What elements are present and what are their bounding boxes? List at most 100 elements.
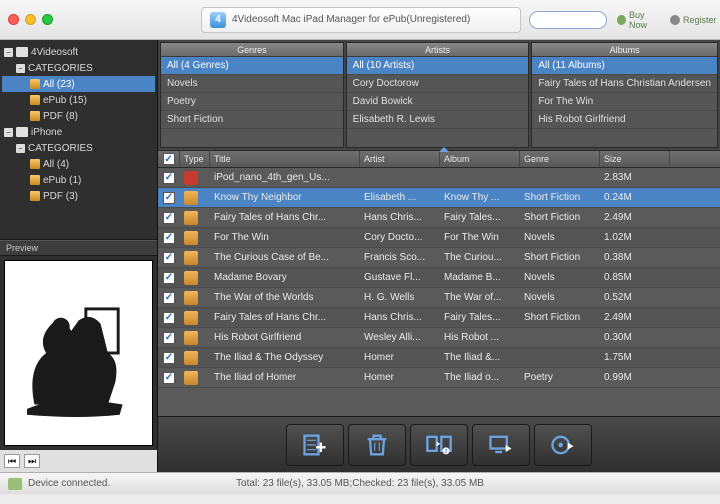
table-body[interactable]: ✓iPod_nano_4th_gen_Us...2.83M✓Know Thy N… [158, 168, 720, 416]
tree-categories[interactable]: −CATEGORIES [2, 140, 155, 156]
device-icon [16, 47, 28, 57]
tree-categories[interactable]: −CATEGORIES [2, 60, 155, 76]
cell-artist: Francis Sco... [360, 248, 440, 267]
tree-category-item[interactable]: PDF (3) [2, 188, 155, 204]
cell-title: iPod_nano_4th_gen_Us... [210, 168, 360, 187]
prev-button[interactable]: ⏮ [4, 454, 20, 468]
tree-category-item[interactable]: ePub (15) [2, 92, 155, 108]
tree-device[interactable]: −iPhone [2, 124, 155, 140]
epub-icon [184, 351, 198, 365]
transfer-button[interactable]: 2 [410, 424, 468, 466]
row-checkbox[interactable]: ✓ [163, 272, 175, 284]
table-row[interactable]: ✓iPod_nano_4th_gen_Us...2.83M [158, 168, 720, 188]
table-row[interactable]: ✓Fairy Tales of Hans Chr...Hans Chris...… [158, 208, 720, 228]
table-header: ✓ Type Title Artist Album Genre Size [158, 150, 720, 168]
artists-list[interactable]: All (10 Artists)Cory DoctorowDavid Bowic… [347, 57, 529, 147]
filter-item[interactable]: David Bowick [347, 93, 529, 111]
tree-device[interactable]: −4Videosoft [2, 44, 155, 60]
category-label: All (4) [43, 159, 69, 170]
collapse-icon[interactable]: − [16, 144, 25, 153]
filter-panels: Genres All (4 Genres)NovelsPoetryShort F… [158, 40, 720, 150]
collapse-icon[interactable]: − [16, 64, 25, 73]
col-album[interactable]: Album [440, 151, 520, 167]
register-link[interactable]: Register [670, 15, 717, 25]
table-row[interactable]: ✓Fairy Tales of Hans Chr...Hans Chris...… [158, 308, 720, 328]
cell-genre: Short Fiction [520, 208, 600, 227]
row-checkbox[interactable]: ✓ [163, 192, 175, 204]
col-type[interactable]: Type [180, 151, 210, 167]
filter-item[interactable]: Poetry [161, 93, 343, 111]
tree-category-item[interactable]: All (4) [2, 156, 155, 172]
table-row[interactable]: ✓The War of the WorldsH. G. WellsThe War… [158, 288, 720, 308]
filter-item[interactable]: Novels [161, 75, 343, 93]
filter-item[interactable]: Short Fiction [161, 111, 343, 129]
categories-label: CATEGORIES [28, 143, 93, 154]
genres-panel: Genres All (4 Genres)NovelsPoetryShort F… [160, 42, 344, 148]
cell-genre: Novels [520, 228, 600, 247]
col-size[interactable]: Size [600, 151, 670, 167]
col-title[interactable]: Title [210, 151, 360, 167]
cell-album: Fairy Tales... [440, 308, 520, 327]
genres-list[interactable]: All (4 Genres)NovelsPoetryShort Fiction [161, 57, 343, 147]
tree-category-item[interactable]: All (23) [2, 76, 155, 92]
row-checkbox[interactable]: ✓ [163, 172, 175, 184]
book-icon [30, 95, 40, 105]
table-row[interactable]: ✓For The WinCory Docto...For The WinNove… [158, 228, 720, 248]
cell-album: Know Thy ... [440, 188, 520, 207]
tree-category-item[interactable]: PDF (8) [2, 108, 155, 124]
sync-itunes-button[interactable] [534, 424, 592, 466]
col-artist[interactable]: Artist [360, 151, 440, 167]
col-genre[interactable]: Genre [520, 151, 600, 167]
close-icon[interactable] [8, 14, 19, 25]
filter-item[interactable]: For The Win [532, 93, 717, 111]
app-logo-icon: 4 [210, 12, 226, 28]
delete-button[interactable] [348, 424, 406, 466]
search-input[interactable] [529, 11, 607, 29]
next-button[interactable]: ⏭ [24, 454, 40, 468]
category-label: PDF (3) [43, 191, 78, 202]
minimize-icon[interactable] [25, 14, 36, 25]
bottom-toolbar: 2 [158, 416, 720, 472]
export-to-pc-button[interactable] [472, 424, 530, 466]
table-row[interactable]: ✓Know Thy NeighborElisabeth ...Know Thy … [158, 188, 720, 208]
epub-icon [184, 311, 198, 325]
table-row[interactable]: ✓The Iliad & The OdysseyHomerThe Iliad &… [158, 348, 720, 368]
cell-album: His Robot ... [440, 328, 520, 347]
filter-item[interactable]: Cory Doctorow [347, 75, 529, 93]
table-row[interactable]: ✓His Robot GirlfriendWesley Alli...His R… [158, 328, 720, 348]
status-bar: Device connected. Total: 23 file(s), 33.… [0, 472, 720, 494]
table-row[interactable]: ✓The Curious Case of Be...Francis Sco...… [158, 248, 720, 268]
device-tree[interactable]: −4Videosoft−CATEGORIESAll (23)ePub (15)P… [0, 40, 157, 240]
filter-item[interactable]: Fairy Tales of Hans Christian Andersen [532, 75, 717, 93]
filter-item[interactable]: Elisabeth R. Lewis [347, 111, 529, 129]
filter-all[interactable]: All (11 Albums) [532, 57, 717, 75]
cell-album: The War of... [440, 288, 520, 307]
table-row[interactable]: ✓Madame BovaryGustave Fl...Madame B...No… [158, 268, 720, 288]
row-checkbox[interactable]: ✓ [163, 372, 175, 384]
row-checkbox[interactable]: ✓ [163, 292, 175, 304]
cell-title: Fairy Tales of Hans Chr... [210, 208, 360, 227]
collapse-icon[interactable]: − [4, 128, 13, 137]
filter-all[interactable]: All (10 Artists) [347, 57, 529, 75]
row-checkbox[interactable]: ✓ [163, 332, 175, 344]
col-check[interactable]: ✓ [158, 151, 180, 167]
cell-artist: Homer [360, 368, 440, 387]
artists-header: Artists [347, 43, 529, 57]
add-file-button[interactable] [286, 424, 344, 466]
checkbox-all[interactable]: ✓ [163, 153, 175, 165]
tree-category-item[interactable]: ePub (1) [2, 172, 155, 188]
row-checkbox[interactable]: ✓ [163, 252, 175, 264]
buy-now-link[interactable]: Buy Now [617, 10, 660, 30]
cell-title: Know Thy Neighbor [210, 188, 360, 207]
table-row[interactable]: ✓The Iliad of HomerHomerThe Iliad o...Po… [158, 368, 720, 388]
filter-item[interactable]: His Robot Girlfriend [532, 111, 717, 129]
titlebar: 4 4Videosoft Mac iPad Manager for ePub(U… [0, 0, 720, 40]
collapse-icon[interactable]: − [4, 48, 13, 57]
zoom-icon[interactable] [42, 14, 53, 25]
row-checkbox[interactable]: ✓ [163, 212, 175, 224]
row-checkbox[interactable]: ✓ [163, 352, 175, 364]
albums-list[interactable]: All (11 Albums)Fairy Tales of Hans Chris… [532, 57, 717, 147]
filter-all[interactable]: All (4 Genres) [161, 57, 343, 75]
row-checkbox[interactable]: ✓ [163, 232, 175, 244]
row-checkbox[interactable]: ✓ [163, 312, 175, 324]
